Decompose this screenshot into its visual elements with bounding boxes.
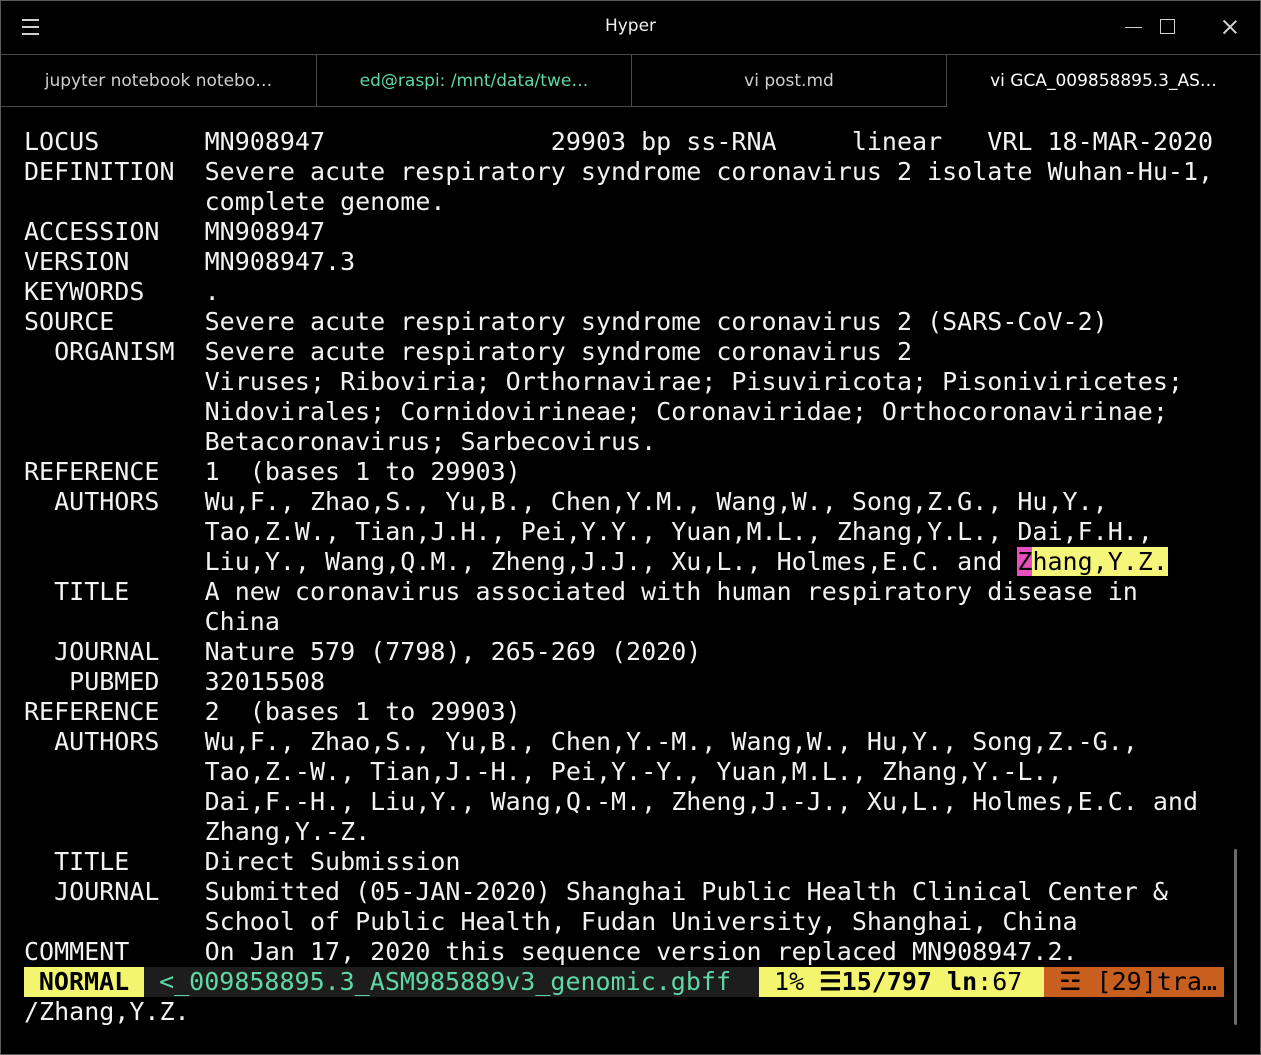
command-line[interactable]: /Zhang,Y.Z. (24, 997, 190, 1027)
tab-vi-post[interactable]: vi post.md (632, 55, 947, 107)
window-title: Hyper (604, 16, 657, 36)
text-line: REFERENCE 1 (bases 1 to 29903) (24, 457, 521, 486)
text-line: School of Public Health, Fudan Universit… (24, 907, 1078, 936)
column-number: :67 (977, 967, 1023, 996)
text-line: Tao,Z.W., Tian,J.H., Pei,Y.Y., Yuan,M.L.… (24, 517, 1153, 546)
text-line: Tao,Z.-W., Tian,J.-H., Pei,Y.-Y., Yuan,M… (24, 757, 1063, 786)
text-line: LOCUS MN908947 29903 bp ss-RNA linear VR… (24, 127, 1214, 156)
match-line-prefix: Liu,Y., Wang,Q.M., Zheng,J.J., Xu,L., Ho… (24, 547, 1018, 576)
text-line: complete genome. (24, 187, 446, 216)
line-position: 15/797 (841, 967, 932, 996)
tab-bar: jupyter notebook notebo… ed@raspi: /mnt/… (1, 55, 1260, 108)
filename: <_009858895.3_ASM985889v3_genomic.gbff (144, 967, 759, 997)
text-line: Viruses; Riboviria; Orthornavirae; Pisuv… (24, 367, 1183, 396)
text-line: Zhang,Y.-Z. (24, 817, 371, 846)
text-line: REFERENCE 2 (bases 1 to 29903) (24, 697, 521, 726)
tab-vi-genbank[interactable]: vi GCA_009858895.3_AS… (947, 55, 1260, 107)
trailing-whitespace-warning: ☲ [29]tra… (1044, 967, 1224, 997)
lines-icon: ☰ (819, 967, 842, 996)
percent: 1% (774, 967, 805, 996)
text-line: ORGANISM Severe acute respiratory syndro… (24, 337, 913, 366)
text-line: SOURCE Severe acute respiratory syndrome… (24, 307, 1108, 336)
text-line: DEFINITION Severe acute respiratory synd… (24, 157, 1214, 186)
tab-jupyter[interactable]: jupyter notebook notebo… (1, 55, 317, 107)
minimize-icon[interactable] (1122, 15, 1146, 39)
filename-text: <_009858895.3_ASM985889v3_genomic.gbff (159, 967, 732, 996)
text-line: JOURNAL Submitted (05-JAN-2020) Shanghai… (24, 877, 1168, 906)
search-highlight: hang,Y.Z. (1032, 547, 1168, 576)
hyper-window: Hyper jupyter notebook notebo… ed@raspi:… (0, 0, 1261, 1055)
cursor: Z (1017, 547, 1033, 576)
terminal-content[interactable]: LOCUS MN908947 29903 bp ss-RNA linear VR… (24, 127, 1224, 1027)
text-line: AUTHORS Wu,F., Zhao,S., Yu,B., Chen,Y.-M… (24, 727, 1138, 756)
tab-ssh-raspi[interactable]: ed@raspi: /mnt/data/twe… (317, 55, 632, 107)
cursor-position: 1% ☰15/797 ln:67 (759, 967, 1044, 997)
text-line: AUTHORS Wu,F., Zhao,S., Yu,B., Chen,Y.M.… (24, 487, 1108, 516)
text-line: JOURNAL Nature 579 (7798), 265-269 (2020… (24, 637, 702, 666)
text-line: TITLE Direct Submission (24, 847, 461, 876)
warning-text: [29]tra… (1096, 967, 1217, 996)
text-line: ACCESSION MN908947 (24, 217, 326, 246)
text-line: Betacoronavirus; Sarbecovirus. (24, 427, 657, 456)
vim-statusline: NORMAL <_009858895.3_ASM985889v3_genomic… (24, 967, 1224, 997)
text-line: Dai,F.-H., Liu,Y., Wang,Q.-M., Zheng,J.-… (24, 787, 1198, 816)
text-line: TITLE A new coronavirus associated with … (24, 577, 1138, 606)
mode-indicator: NORMAL (24, 967, 144, 997)
maximize-icon[interactable] (1157, 15, 1181, 39)
text-line: PUBMED 32015508 (24, 667, 326, 696)
ln-label: ln (947, 967, 978, 996)
scrollbar[interactable] (1234, 849, 1237, 1025)
text-line: COMMENT On Jan 17, 2020 this sequence ve… (24, 937, 1078, 966)
text-line: China (24, 607, 280, 636)
text-line: KEYWORDS . (24, 277, 220, 306)
title-bar: Hyper (1, 1, 1260, 55)
text-line: VERSION MN908947.3 (24, 247, 356, 276)
text-line: Nidovirales; Cornidovirineae; Coronaviri… (24, 397, 1168, 426)
warning-icon: ☲ (1059, 967, 1082, 996)
close-icon[interactable] (1218, 15, 1242, 39)
search-match-line: Liu,Y., Wang,Q.M., Zheng,J.J., Xu,L., Ho… (24, 547, 1224, 577)
